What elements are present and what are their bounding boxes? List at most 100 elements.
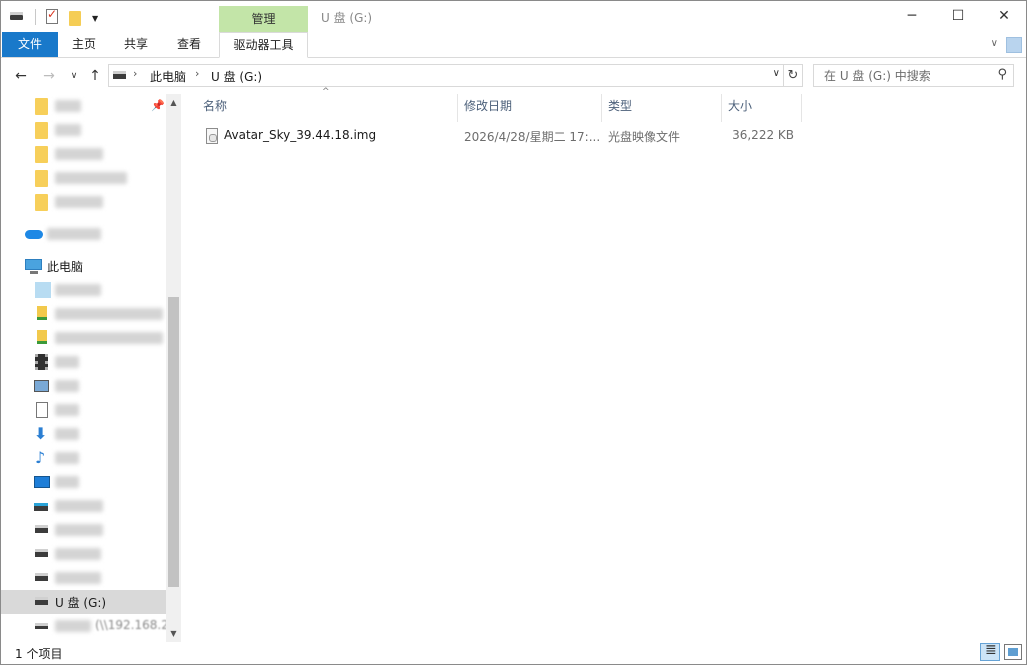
window-title: U 盘 (G:) [321, 11, 373, 25]
expand-ribbon-icon[interactable]: ∨ [991, 38, 998, 49]
file-row[interactable]: Avatar_Sky_39.44.18.img 2026/4/28/星期二 17… [201, 125, 801, 147]
file-type: 光盘映像文件 [608, 130, 681, 144]
nav-item-usb-drive[interactable]: U 盘 (G:) [1, 590, 166, 614]
customize-toolbar-dropdown-icon[interactable]: ▼ [92, 14, 98, 23]
tab-share[interactable]: 共享 [115, 32, 157, 57]
this-pc-child-item[interactable] [1, 278, 166, 302]
breadcrumb-this-pc[interactable]: 此电脑 [150, 68, 186, 85]
drive-icon [113, 71, 126, 79]
tab-file[interactable]: 文件 [2, 32, 58, 57]
drive-icon[interactable] [9, 9, 25, 25]
this-pc-item[interactable]: 此电脑 [1, 254, 166, 278]
search-box[interactable]: ⚲ [813, 64, 1014, 87]
this-pc-child-item[interactable] [1, 566, 166, 590]
tab-view[interactable]: 查看 [168, 32, 210, 57]
tab-home[interactable]: 主页 [63, 32, 105, 57]
this-pc-child-item[interactable] [1, 494, 166, 518]
column-divider[interactable] [601, 94, 602, 122]
column-header-size[interactable]: 大小 [728, 94, 752, 119]
this-pc-child-item[interactable] [1, 398, 166, 422]
nav-item-network-drive[interactable]: (\\192.168.2 [1, 614, 169, 638]
navigation-scrollbar[interactable]: ▲ ▼ [166, 94, 181, 642]
file-explorer-window: ▼ 管理 U 盘 (G:) ─ ☐ ✕ 文件 主页 共享 查看 驱动器工具 ∨ … [0, 0, 1027, 665]
folder-icon [35, 146, 48, 163]
large-icons-view-icon[interactable] [1004, 644, 1022, 660]
desktop-icon [34, 476, 50, 488]
quick-access-item[interactable] [1, 190, 166, 214]
column-divider[interactable] [457, 94, 458, 122]
maximize-button[interactable]: ☐ [935, 1, 981, 32]
computer-icon [25, 259, 42, 274]
this-pc-child-item[interactable] [1, 374, 166, 398]
folder-icon [35, 194, 48, 211]
this-pc-child-item[interactable] [1, 350, 166, 374]
videos-icon [35, 354, 48, 370]
column-header-name[interactable]: 名称 [203, 94, 227, 119]
redacted-label [55, 404, 79, 416]
tab-drive-tools[interactable]: 驱动器工具 [219, 32, 308, 58]
column-divider[interactable] [721, 94, 722, 122]
pin-icon[interactable]: 📌 [151, 99, 165, 112]
quick-access-item[interactable]: 📌 [1, 94, 166, 118]
file-name: Avatar_Sky_39.44.18.img [224, 128, 377, 142]
usb-drive-label: U 盘 (G:) [55, 596, 107, 610]
quick-access-item[interactable] [1, 118, 166, 142]
scroll-up-icon[interactable]: ▲ [166, 98, 181, 107]
up-arrow-icon[interactable]: ↑ [85, 66, 105, 86]
scroll-down-icon[interactable]: ▼ [166, 629, 181, 638]
address-bar[interactable]: › 此电脑 › U 盘 (G:) ∨ [108, 64, 784, 87]
this-pc-child-item[interactable]: ⬇ [1, 422, 166, 446]
breadcrumb-drive[interactable]: U 盘 (G:) [211, 68, 262, 85]
column-divider[interactable] [801, 94, 802, 122]
address-history-dropdown-icon[interactable]: ∨ [773, 68, 780, 79]
search-input[interactable] [815, 66, 987, 85]
file-modified: 2026/4/28/星期二 17:... [464, 130, 601, 144]
refresh-icon[interactable]: ↻ [784, 64, 803, 87]
back-arrow-icon[interactable]: ← [11, 66, 31, 86]
redacted-label [55, 500, 103, 512]
forward-arrow-icon[interactable]: → [39, 66, 59, 86]
column-header-type[interactable]: 类型 [608, 94, 632, 119]
redacted-label [55, 284, 101, 296]
navigation-pane: 📌 此电脑 ⬇ ♪ U 盘 (G:) (\\192.168.2 [1, 94, 181, 642]
this-pc-child-item[interactable] [1, 470, 166, 494]
folder-icon [35, 122, 48, 139]
scrollbar-thumb[interactable] [168, 297, 179, 587]
breadcrumb-chevron-icon[interactable]: › [195, 67, 199, 80]
this-pc-child-item[interactable]: ♪ [1, 446, 166, 470]
disc-image-file-icon [206, 128, 218, 144]
context-tab-manage[interactable]: 管理 [219, 6, 308, 32]
3d-objects-icon [35, 282, 51, 298]
minimize-button[interactable]: ─ [889, 1, 935, 32]
redacted-label [55, 452, 79, 464]
properties-icon[interactable] [44, 7, 60, 25]
new-folder-icon[interactable] [68, 9, 84, 26]
quick-access-item[interactable] [1, 142, 166, 166]
breadcrumb-chevron-icon[interactable]: › [133, 67, 137, 80]
help-icon[interactable] [1006, 37, 1022, 53]
this-pc-child-item[interactable] [1, 518, 166, 542]
redacted-label [55, 332, 163, 344]
details-view-icon[interactable] [980, 642, 1000, 661]
toolbar-divider [35, 9, 36, 25]
user-folder-icon [37, 306, 47, 320]
status-bar: 1 个项目 [1, 642, 1026, 664]
drive-icon [35, 549, 48, 557]
this-pc-child-item[interactable] [1, 542, 166, 566]
folder-icon [35, 170, 48, 187]
close-button[interactable]: ✕ [981, 1, 1027, 32]
redacted-label [55, 428, 79, 440]
system-drive-icon [34, 503, 48, 511]
this-pc-child-item[interactable] [1, 302, 166, 326]
drive-icon [35, 525, 48, 533]
search-icon[interactable]: ⚲ [997, 67, 1007, 82]
column-header-date[interactable]: 修改日期 [464, 94, 512, 119]
redacted-label [55, 308, 163, 320]
quick-access-item[interactable] [1, 166, 166, 190]
user-folder-icon [37, 330, 47, 344]
redacted-label [55, 356, 79, 368]
onedrive-item[interactable] [1, 222, 166, 246]
recent-locations-chevron-icon[interactable]: ∨ [64, 66, 84, 86]
this-pc-child-item[interactable] [1, 326, 166, 350]
redacted-label [55, 172, 127, 184]
